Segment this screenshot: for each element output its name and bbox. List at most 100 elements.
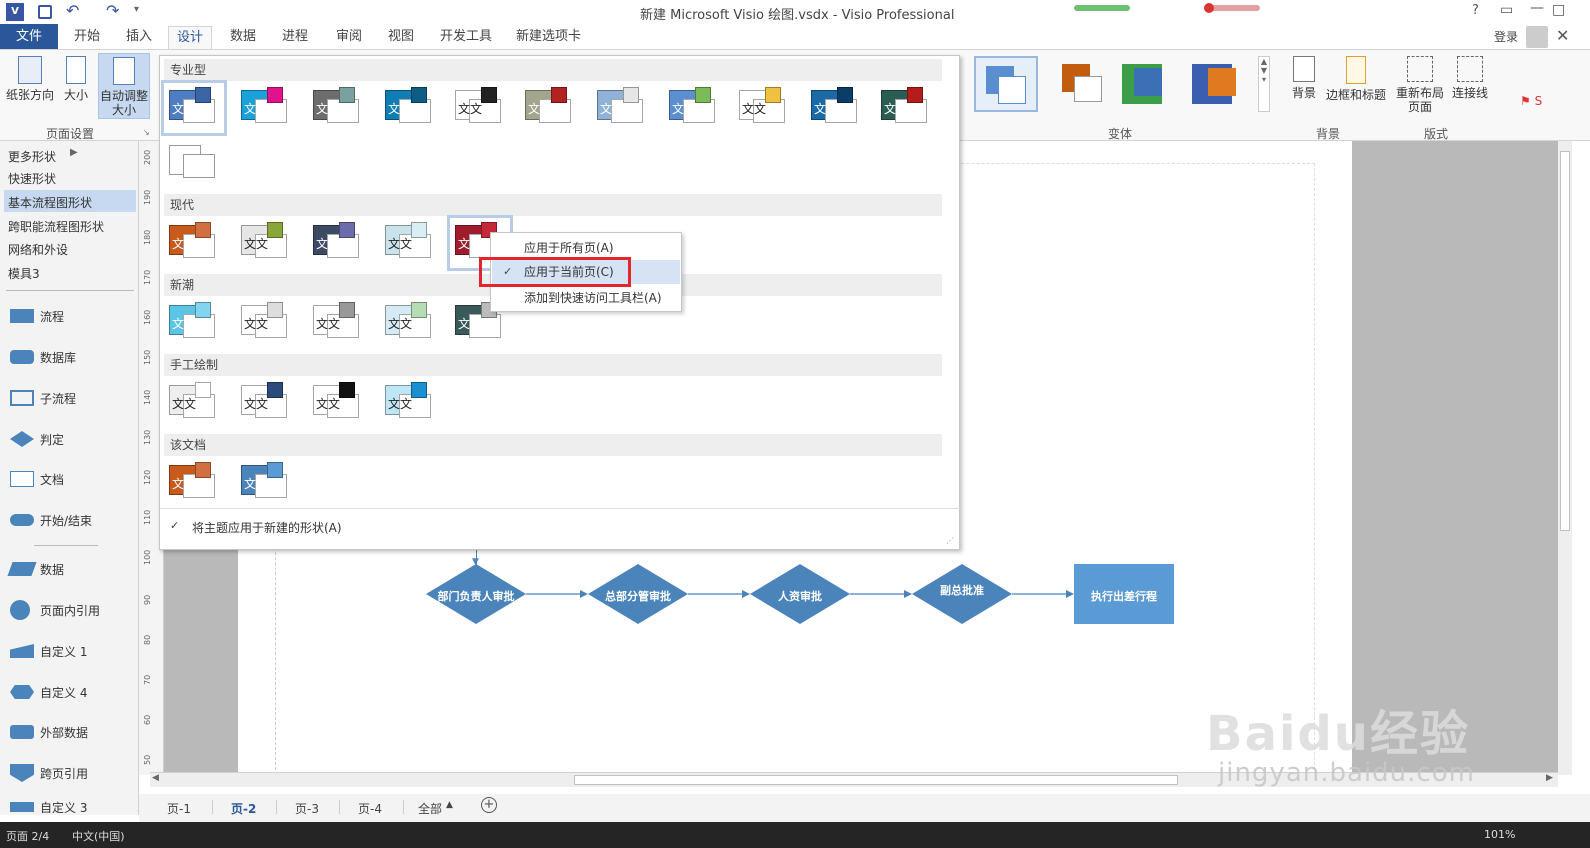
size-button[interactable]: 大小 — [60, 56, 92, 102]
stencil-network[interactable]: 网络和外设 — [8, 241, 68, 258]
background-button[interactable]: 背景 — [1286, 56, 1322, 100]
close-ribbon-icon[interactable]: ✕ — [1556, 26, 1569, 45]
scroll-left-icon[interactable]: ◀ — [152, 773, 159, 783]
status-slider — [1204, 3, 1260, 13]
theme-thumbnail-19[interactable]: 文文 — [238, 300, 294, 346]
tab-developer[interactable]: 开发工具 — [432, 26, 500, 49]
ruler-tick-label: 200 — [143, 149, 152, 165]
shape-custom4[interactable]: 自定义 4 — [10, 682, 87, 702]
add-page-icon[interactable]: + — [481, 797, 497, 813]
save-icon[interactable] — [38, 5, 52, 19]
theme-thumbnail-8[interactable]: 文文 — [666, 85, 722, 131]
avatar[interactable] — [1526, 26, 1548, 48]
variant-3[interactable] — [1122, 58, 1182, 110]
borders-titles-button[interactable]: 边框和标题 — [1324, 56, 1388, 102]
shape-document[interactable]: 文档 — [10, 469, 64, 489]
customize-qat-icon[interactable]: ▾ — [134, 4, 139, 15]
page-tab-4[interactable]: 页-4 — [358, 800, 382, 817]
tab-new[interactable]: 新建选项卡 — [508, 26, 589, 49]
theme-thumbnail-14[interactable]: 文文 — [238, 220, 294, 266]
theme-thumbnail-25[interactable]: 文文 — [310, 380, 366, 426]
theme-thumbnail-11[interactable]: 文文 — [878, 85, 934, 131]
shape-onpage-ref[interactable]: 页面内引用 — [10, 600, 100, 620]
theme-thumbnail-12[interactable] — [166, 140, 222, 186]
vertical-scrollbar[interactable] — [1558, 141, 1572, 775]
undo-icon[interactable]: ↶ — [66, 1, 79, 20]
stencil-template3[interactable]: 模具3 — [8, 265, 40, 282]
theme-thumbnail-13[interactable]: 文文 — [166, 220, 222, 266]
autofit-button[interactable]: 自动调整大小 — [98, 53, 150, 119]
login-link[interactable]: 登录 — [1494, 28, 1518, 45]
variant-2[interactable] — [1052, 58, 1112, 110]
resize-grip-icon[interactable]: ⋰ — [946, 536, 954, 545]
theme-thumbnail-24[interactable]: 文文 — [238, 380, 294, 426]
vscroll-thumb[interactable] — [1560, 151, 1570, 531]
stencil-quick-shapes[interactable]: 快速形状 — [8, 170, 56, 187]
theme-thumbnail-1[interactable]: 文文 — [161, 80, 227, 136]
visio-app-icon[interactable]: V — [6, 3, 24, 21]
apply-to-new-shapes-option[interactable]: 将主题应用于新建的形状(A) — [192, 519, 342, 536]
tab-home[interactable]: 开始 — [66, 26, 108, 49]
stencil-cross-functional[interactable]: 跨职能流程图形状 — [8, 218, 104, 235]
redo-icon[interactable]: ↷ — [106, 1, 119, 20]
page-tab-1[interactable]: 页-1 — [167, 800, 191, 817]
hexagon-icon — [10, 685, 34, 699]
relayout-button[interactable]: 重新布局页面 — [1396, 56, 1444, 114]
shape-custom1[interactable]: 自定义 1 — [10, 641, 87, 661]
dialog-launcher-icon[interactable]: ↘ — [143, 128, 150, 137]
theme-thumbnail-7[interactable]: 文文 — [594, 85, 650, 131]
theme-thumbnail-15[interactable]: 文文 — [310, 220, 366, 266]
theme-thumbnail-26[interactable]: 文文 — [382, 380, 438, 426]
page-tab-3[interactable]: 页-3 — [295, 800, 319, 817]
theme-thumbnail-21[interactable]: 文文 — [382, 300, 438, 346]
theme-thumbnail-27[interactable]: 文文 — [166, 460, 222, 506]
shape-process[interactable]: 流程 — [10, 306, 64, 326]
shape-database[interactable]: 数据库 — [10, 347, 76, 367]
help-button[interactable]: ? — [1472, 3, 1479, 18]
shape-start-end[interactable]: 开始/结束 — [10, 510, 92, 530]
tab-design[interactable]: 设计 — [168, 26, 213, 50]
theme-thumbnail-16[interactable]: 文文 — [382, 220, 438, 266]
shape-offpage-ref[interactable]: 跨页引用 — [10, 763, 88, 783]
theme-thumbnail-18[interactable]: 文文 — [166, 300, 222, 346]
baidu-logo: Baidu经验 — [1206, 706, 1470, 762]
shape-decision[interactable]: 判定 — [10, 429, 64, 449]
theme-thumbnail-5[interactable]: 文文 — [452, 85, 508, 131]
page-tab-all[interactable]: 全部 — [418, 800, 442, 817]
variant-1[interactable] — [974, 56, 1038, 112]
theme-thumbnail-20[interactable]: 文文 — [310, 300, 366, 346]
status-page[interactable]: 页面 2/4 — [6, 828, 49, 844]
menu-add-to-qat[interactable]: 添加到快速访问工具栏(A) — [492, 286, 680, 310]
hscroll-thumb[interactable] — [574, 775, 1178, 785]
variants-scroll[interactable]: ▲ ▼ ▾ — [1258, 56, 1270, 112]
tab-insert[interactable]: 插入 — [118, 26, 160, 49]
shape-data[interactable]: 数据 — [7, 559, 64, 579]
shape-external-data[interactable]: 外部数据 — [10, 722, 88, 742]
stencil-more-shapes[interactable]: 更多形状 — [8, 148, 56, 165]
variant-4[interactable] — [1192, 58, 1252, 110]
tab-data[interactable]: 数据 — [222, 26, 264, 49]
tab-process[interactable]: 进程 — [274, 26, 316, 49]
tab-view[interactable]: 视图 — [380, 26, 422, 49]
orientation-button[interactable]: 纸张方向 — [4, 56, 56, 102]
theme-thumbnail-4[interactable]: 文文 — [382, 85, 438, 131]
page-tab-2[interactable]: 页-2 — [231, 800, 256, 817]
scroll-right-icon[interactable]: ▶ — [1546, 773, 1553, 783]
theme-thumbnail-10[interactable]: 文文 — [808, 85, 864, 131]
theme-thumbnail-6[interactable]: 文文 — [522, 85, 578, 131]
theme-thumbnail-2[interactable]: 文文 — [238, 85, 294, 131]
theme-thumbnail-3[interactable]: 文文 — [310, 85, 366, 131]
restore-icon[interactable]: ▭ — [1500, 2, 1513, 18]
theme-thumbnail-28[interactable]: 文文 — [238, 460, 294, 506]
status-language[interactable]: 中文(中国) — [72, 828, 125, 844]
theme-thumbnail-9[interactable]: 文文 — [736, 85, 792, 131]
shape-subprocess[interactable]: 子流程 — [10, 388, 76, 408]
shape-custom3[interactable]: 自定义 3 — [10, 801, 87, 813]
tab-review[interactable]: 审阅 — [328, 26, 370, 49]
tab-file[interactable]: 文件 — [0, 24, 58, 49]
connector-button[interactable]: 连接线 — [1450, 56, 1490, 100]
theme-thumbnail-23[interactable]: 文文 — [166, 380, 222, 426]
minimize-icon[interactable]: — — [1530, 0, 1544, 16]
maximize-icon[interactable]: □ — [1552, 2, 1565, 18]
status-zoom[interactable]: 101% — [1484, 828, 1515, 841]
